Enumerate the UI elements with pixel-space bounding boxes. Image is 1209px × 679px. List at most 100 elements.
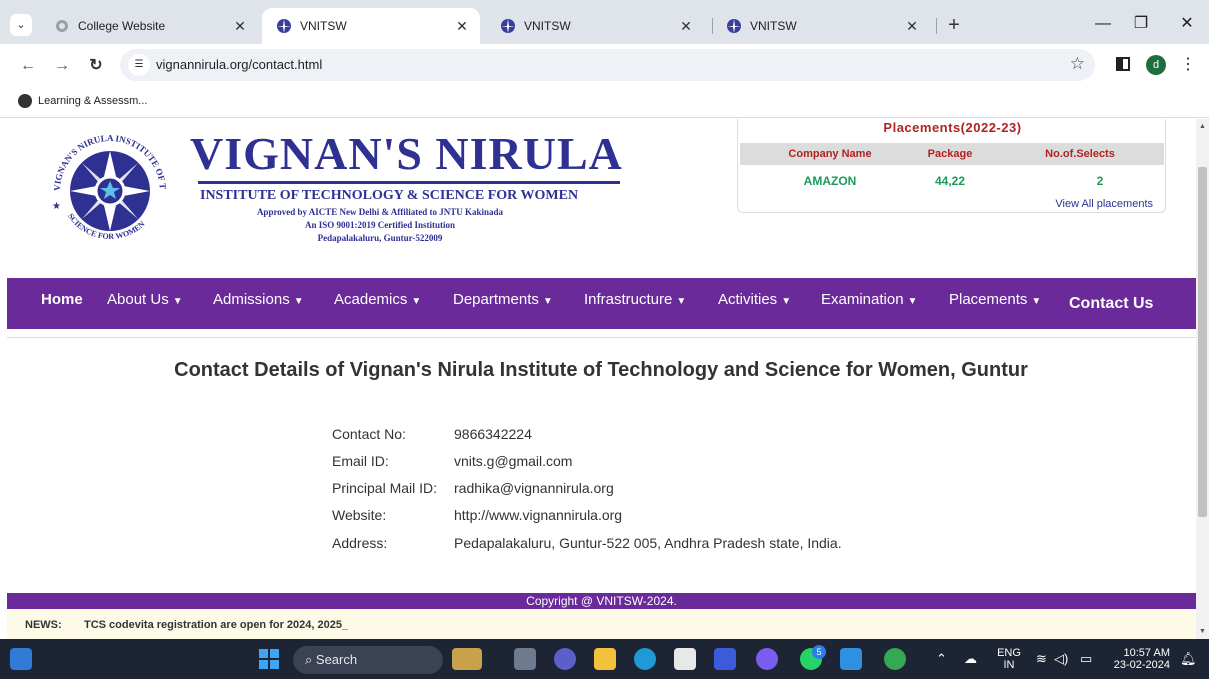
- tab-search-button[interactable]: ⌄: [10, 14, 32, 36]
- browser-toolbar: ← → ↻ ☰ vignannirula.org/contact.html ☆ …: [0, 44, 1209, 88]
- more-menu-icon[interactable]: ⋮: [1180, 54, 1196, 74]
- contact-value: Pedapalakaluru, Guntur-522 005, Andhra P…: [454, 535, 842, 551]
- news-text[interactable]: TCS codevita registration are open for 2…: [84, 619, 348, 631]
- page-scrollbar[interactable]: ▲ ▼: [1196, 119, 1209, 639]
- iso-text: An ISO 9001:2019 Certified Institution: [304, 220, 455, 230]
- app-icon[interactable]: [714, 648, 736, 670]
- volume-icon[interactable]: ◁): [1054, 651, 1068, 667]
- forward-arrow-icon[interactable]: →: [50, 54, 74, 78]
- tab-vnitsw[interactable]: VNITSW ✕: [486, 8, 704, 44]
- chat-badge: 5: [812, 645, 826, 659]
- windows-start-icon[interactable]: [258, 648, 280, 670]
- scroll-down-arrow-icon[interactable]: ▼: [1196, 628, 1209, 635]
- address-bar[interactable]: ☰ vignannirula.org/contact.html ☆: [120, 49, 1095, 81]
- site-info-icon[interactable]: ☰: [128, 54, 150, 76]
- page-title: Contact Details of Vignan's Nirula Insti…: [174, 359, 1028, 381]
- selects-cell: 2: [1096, 174, 1104, 188]
- tab-college-website[interactable]: College Website ✕: [40, 8, 258, 44]
- scroll-thumb[interactable]: [1198, 167, 1207, 517]
- cloud-icon[interactable]: ☁: [964, 651, 977, 667]
- placements-title: Placements(2022-23): [883, 120, 1022, 135]
- vnitsw-logo-icon: [500, 18, 516, 34]
- nav-contact-us[interactable]: Contact Us: [1069, 278, 1153, 329]
- contact-label: Address:: [332, 535, 388, 551]
- contact-label: Contact No:: [332, 426, 406, 442]
- profile-avatar[interactable]: d: [1146, 55, 1166, 75]
- caret-down-icon: ▼: [293, 296, 304, 307]
- close-tab-icon[interactable]: ✕: [232, 18, 248, 35]
- nav-admissions[interactable]: Admissions ▼: [213, 278, 304, 329]
- file-explorer-icon[interactable]: [594, 648, 616, 670]
- nav-home[interactable]: Home: [41, 278, 83, 329]
- news-widget-icon[interactable]: [452, 648, 482, 670]
- vnitsw-logo-icon: [726, 18, 742, 34]
- company-cell: AMAZON: [803, 174, 857, 188]
- close-window-button[interactable]: ✕: [1172, 12, 1202, 36]
- new-tab-button[interactable]: +: [944, 14, 964, 36]
- bookmarks-bar: Learning & Assessm...: [0, 88, 1209, 118]
- notification-bell-icon[interactable]: 🔔︎: [1180, 651, 1197, 667]
- tab-title: VNITSW: [300, 19, 347, 33]
- tab-title: College Website: [78, 19, 166, 33]
- side-panel-icon[interactable]: [1116, 57, 1130, 71]
- tab-separator: [936, 18, 937, 34]
- edge-icon[interactable]: [634, 648, 656, 670]
- bookmark-star-icon[interactable]: ☆: [1070, 54, 1085, 74]
- column-header: Package: [927, 148, 973, 160]
- vnitsw-logo-icon: [276, 18, 292, 34]
- globe-icon: [18, 94, 32, 108]
- nav-academics[interactable]: Academics ▼: [334, 278, 421, 329]
- caret-down-icon: ▼: [676, 296, 687, 307]
- location-text: Pedapalakaluru, Guntur-522009: [317, 233, 443, 243]
- nav-about-us[interactable]: About Us ▼: [107, 278, 183, 329]
- web-page: VIGNAN'S NIRULA INSTITUTE OF TECHNOLOGY …: [0, 119, 1196, 639]
- tab-strip: ⌄ College Website ✕ VNITSW ✕ VNITSW ✕ VN…: [0, 0, 1209, 50]
- placements-table-header: Company Name Package No.of.Selects: [740, 143, 1164, 165]
- nav-placements[interactable]: Placements ▼: [949, 278, 1041, 329]
- column-header: No.of.Selects: [1045, 148, 1115, 160]
- clock[interactable]: 10:57 AM 23-02-2024: [1104, 647, 1170, 671]
- restore-button[interactable]: ❐: [1126, 12, 1156, 36]
- nav-departments[interactable]: Departments ▼: [453, 278, 553, 329]
- tab-title: VNITSW: [750, 19, 797, 33]
- store-icon[interactable]: [674, 648, 696, 670]
- nav-activities[interactable]: Activities ▼: [718, 278, 791, 329]
- wifi-icon[interactable]: ≋: [1036, 651, 1047, 667]
- widgets-icon[interactable]: [10, 648, 32, 670]
- view-all-placements-link[interactable]: View All placements: [1055, 198, 1153, 210]
- main-navbar: Home About Us ▼ Admissions ▼ Academics ▼ De…: [7, 278, 1196, 329]
- college-subtitle: INSTITUTE OF TECHNOLOGY & SCIENCE FOR WO…: [200, 188, 579, 203]
- close-tab-icon[interactable]: ✕: [678, 18, 694, 35]
- contact-label: Principal Mail ID:: [332, 480, 438, 496]
- app-icon[interactable]: [756, 648, 778, 670]
- column-header: Company Name: [788, 148, 872, 160]
- caret-down-icon: ▼: [411, 296, 422, 307]
- chrome-icon[interactable]: [884, 648, 906, 670]
- bookmark-label: Learning & Assessm...: [38, 95, 148, 107]
- copyright-footer: Copyright @ VNITSW-2024.: [7, 593, 1196, 609]
- reload-icon[interactable]: ↻: [84, 54, 108, 78]
- college-branding: VIGNAN'S NIRULA INSTITUTE OF TECHNOLOGY …: [190, 128, 630, 244]
- taskbar-search[interactable]: ⌕ Search: [293, 646, 443, 674]
- tab-vnitsw-active[interactable]: VNITSW ✕: [262, 8, 480, 44]
- caret-down-icon: ▼: [907, 296, 918, 307]
- tab-vnitsw[interactable]: VNITSW ✕: [712, 8, 930, 44]
- globe-icon: [54, 18, 70, 34]
- nav-examination[interactable]: Examination ▼: [821, 278, 917, 329]
- chevron-up-icon[interactable]: ⌃: [936, 651, 947, 667]
- vscode-icon[interactable]: [840, 648, 862, 670]
- url-text[interactable]: vignannirula.org/contact.html: [156, 57, 322, 72]
- nav-infrastructure[interactable]: Infrastructure ▼: [584, 278, 686, 329]
- bookmark-learning-assessment[interactable]: Learning & Assessm...: [18, 94, 147, 108]
- college-name: VIGNAN'S NIRULA: [190, 128, 623, 179]
- meet-icon[interactable]: [554, 648, 576, 670]
- minimize-button[interactable]: —: [1088, 12, 1118, 36]
- task-view-icon[interactable]: [514, 648, 536, 670]
- language-indicator[interactable]: ENG IN: [996, 647, 1022, 671]
- scroll-up-arrow-icon[interactable]: ▲: [1196, 123, 1209, 130]
- close-tab-icon[interactable]: ✕: [454, 18, 470, 35]
- close-tab-icon[interactable]: ✕: [904, 18, 920, 35]
- back-arrow-icon[interactable]: ←: [16, 54, 40, 78]
- battery-icon[interactable]: ▭: [1080, 651, 1092, 667]
- search-placeholder: Search: [315, 652, 358, 667]
